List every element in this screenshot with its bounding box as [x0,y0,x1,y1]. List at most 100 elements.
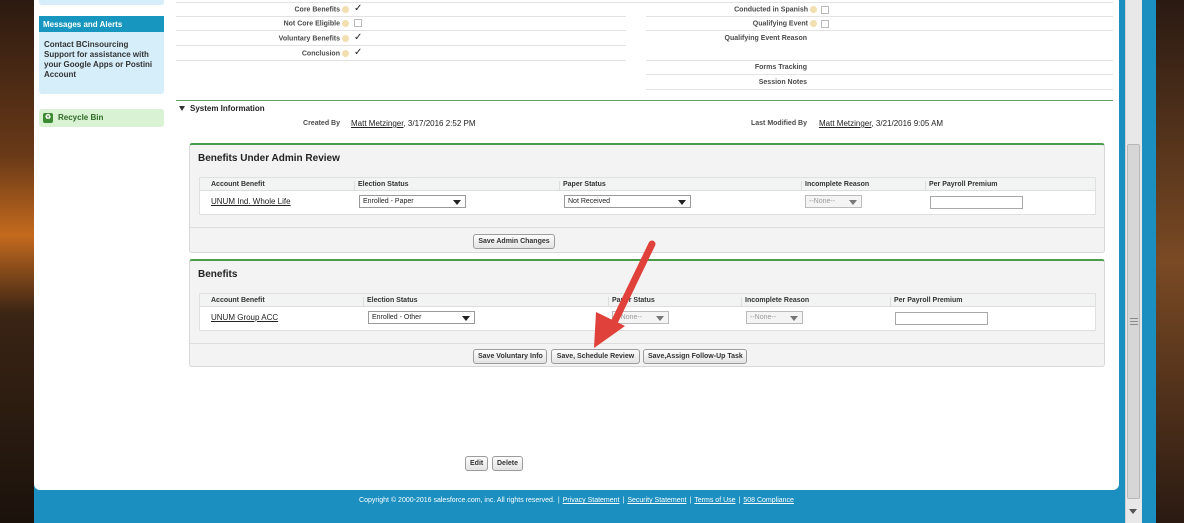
system-info-divider [176,100,1113,101]
chevron-down-icon [462,316,470,321]
qualifying-event-checkbox [821,20,829,28]
edit-button[interactable]: Edit [465,456,488,471]
desktop-background-right [1156,0,1184,523]
record-page: Messages and Alerts Contact BCinsourcing… [34,0,1119,490]
admin-review-table: Account Benefit Election Status Paper St… [199,177,1096,215]
divider [176,2,1113,3]
divider [646,74,1113,75]
messages-title: Messages and Alerts [39,16,164,32]
created-by-user-link[interactable]: Matt Metzinger [351,119,403,128]
table-row: UNUM Group ACC [211,313,278,322]
divider [176,30,626,31]
benefits-panel: Benefits Account Benefit Election Status… [189,259,1105,367]
save-assign-follow-up-task-button[interactable]: Save,Assign Follow-Up Task [643,349,747,364]
column-header: Paper Status [608,297,655,307]
paper-status-select[interactable]: Not Received [564,195,691,208]
column-header: Per Payroll Premium [890,297,962,307]
not-core-eligible-checkbox [354,19,362,27]
field-label-qualifying-event: Qualifying Event [654,20,817,27]
sidebar-top-box [39,0,164,5]
508-compliance-link[interactable]: 508 Compliance [743,497,794,504]
divider [646,30,1113,31]
chevron-down-icon [678,200,686,205]
incomplete-reason-select[interactable]: --None-- [746,311,803,324]
help-icon[interactable] [342,20,349,27]
election-status-select[interactable]: Enrolled - Paper [359,195,466,208]
table-row: UNUM Ind. Whole Life [211,197,291,206]
recycle-bin-icon: ♻ [43,113,53,123]
column-header: Election Status [363,297,418,307]
conducted-in-spanish-checkbox [821,6,829,14]
column-header: Account Benefit [211,181,265,188]
conclusion-checkmark: ✓ [354,47,363,58]
field-label-not-core-eligible: Not Core Eligible [204,20,349,27]
election-status-select[interactable]: Enrolled - Other [368,311,475,324]
field-label-last-modified-by: Last Modified By [750,120,807,127]
benefits-button-row: Save Voluntary Info Save, Schedule Revie… [190,343,1104,367]
field-label-created-by: Created By [303,120,340,127]
messages-and-alerts-box: Messages and Alerts Contact BCinsourcing… [39,16,164,94]
help-icon[interactable] [810,20,817,27]
field-label-forms-tracking: Forms Tracking [754,64,807,71]
chevron-down-icon [790,316,798,321]
incomplete-reason-select[interactable]: --None-- [805,195,862,208]
admin-review-button-row: Save Admin Changes [190,227,1104,253]
table-header: Account Benefit Election Status Paper St… [200,294,1095,307]
core-benefits-checkmark: ✓ [354,3,363,14]
save-admin-changes-button[interactable]: Save Admin Changes [473,234,555,249]
system-info-section-toggle[interactable]: System Information [179,104,265,113]
help-icon[interactable] [342,35,349,42]
privacy-statement-link[interactable]: Privacy Statement [563,497,620,504]
terms-of-use-link[interactable]: Terms of Use [694,497,735,504]
column-header: Paper Status [559,181,606,191]
column-header: Per Payroll Premium [925,181,997,191]
modified-by-user-link[interactable]: Matt Metzinger [819,119,871,128]
benefits-table: Account Benefit Election Status Paper St… [199,293,1096,331]
column-header: Account Benefit [211,297,265,304]
help-icon[interactable] [342,6,349,13]
table-header: Account Benefit Election Status Paper St… [200,178,1095,191]
field-label-voluntary-benefits: Voluntary Benefits [204,35,349,42]
benefit-link[interactable]: UNUM Ind. Whole Life [211,197,291,206]
scroll-down-arrow-icon[interactable] [1129,509,1137,514]
recycle-bin-link[interactable]: ♻ Recycle Bin [39,109,164,127]
desktop-background-left [0,0,34,523]
divider [176,60,626,61]
help-icon[interactable] [810,6,817,13]
help-icon[interactable] [342,50,349,57]
security-statement-link[interactable]: Security Statement [627,497,686,504]
field-label-core-benefits: Core Benefits [204,6,349,13]
chevron-down-icon [453,200,461,205]
chevron-down-icon [656,316,664,321]
messages-body: Contact BCinsourcing Support for assista… [44,40,153,79]
delete-button[interactable]: Delete [492,456,523,471]
field-label-qualifying-event-reason: Qualifying Event Reason [724,35,807,42]
chevron-down-icon [849,200,857,205]
save-voluntary-info-button[interactable]: Save Voluntary Info [473,349,547,364]
admin-review-panel: Benefits Under Admin Review Account Bene… [189,143,1105,253]
benefit-link[interactable]: UNUM Group ACC [211,313,278,322]
benefits-title: Benefits [198,269,238,280]
paper-status-select[interactable]: --None-- [612,311,669,324]
save-schedule-review-button[interactable]: Save, Schedule Review [551,349,640,364]
column-header: Incomplete Reason [741,297,809,307]
divider [646,16,1113,17]
recycle-bin-label: Recycle Bin [58,113,104,123]
admin-review-title: Benefits Under Admin Review [198,153,340,164]
collapse-triangle-icon [179,106,185,111]
per-payroll-premium-input[interactable] [930,196,1023,209]
field-label-conclusion: Conclusion [204,50,349,57]
scrollbar-grip-icon [1130,318,1138,327]
voluntary-benefits-checkmark: ✓ [354,32,363,43]
divider [646,89,1113,90]
last-modified-value: Matt Metzinger, 3/21/2016 9:05 AM [819,119,944,128]
field-label-session-notes: Session Notes [758,79,807,86]
divider [176,16,626,17]
column-header: Election Status [354,181,409,191]
created-by-value: Matt Metzinger, 3/17/2016 2:52 PM [351,119,476,128]
per-payroll-premium-input[interactable] [895,312,988,325]
divider [646,60,1113,61]
divider [176,45,626,46]
field-label-conducted-in-spanish: Conducted in Spanish [654,6,817,13]
page-footer: Copyright © 2000-2016 salesforce.com, in… [359,497,794,504]
